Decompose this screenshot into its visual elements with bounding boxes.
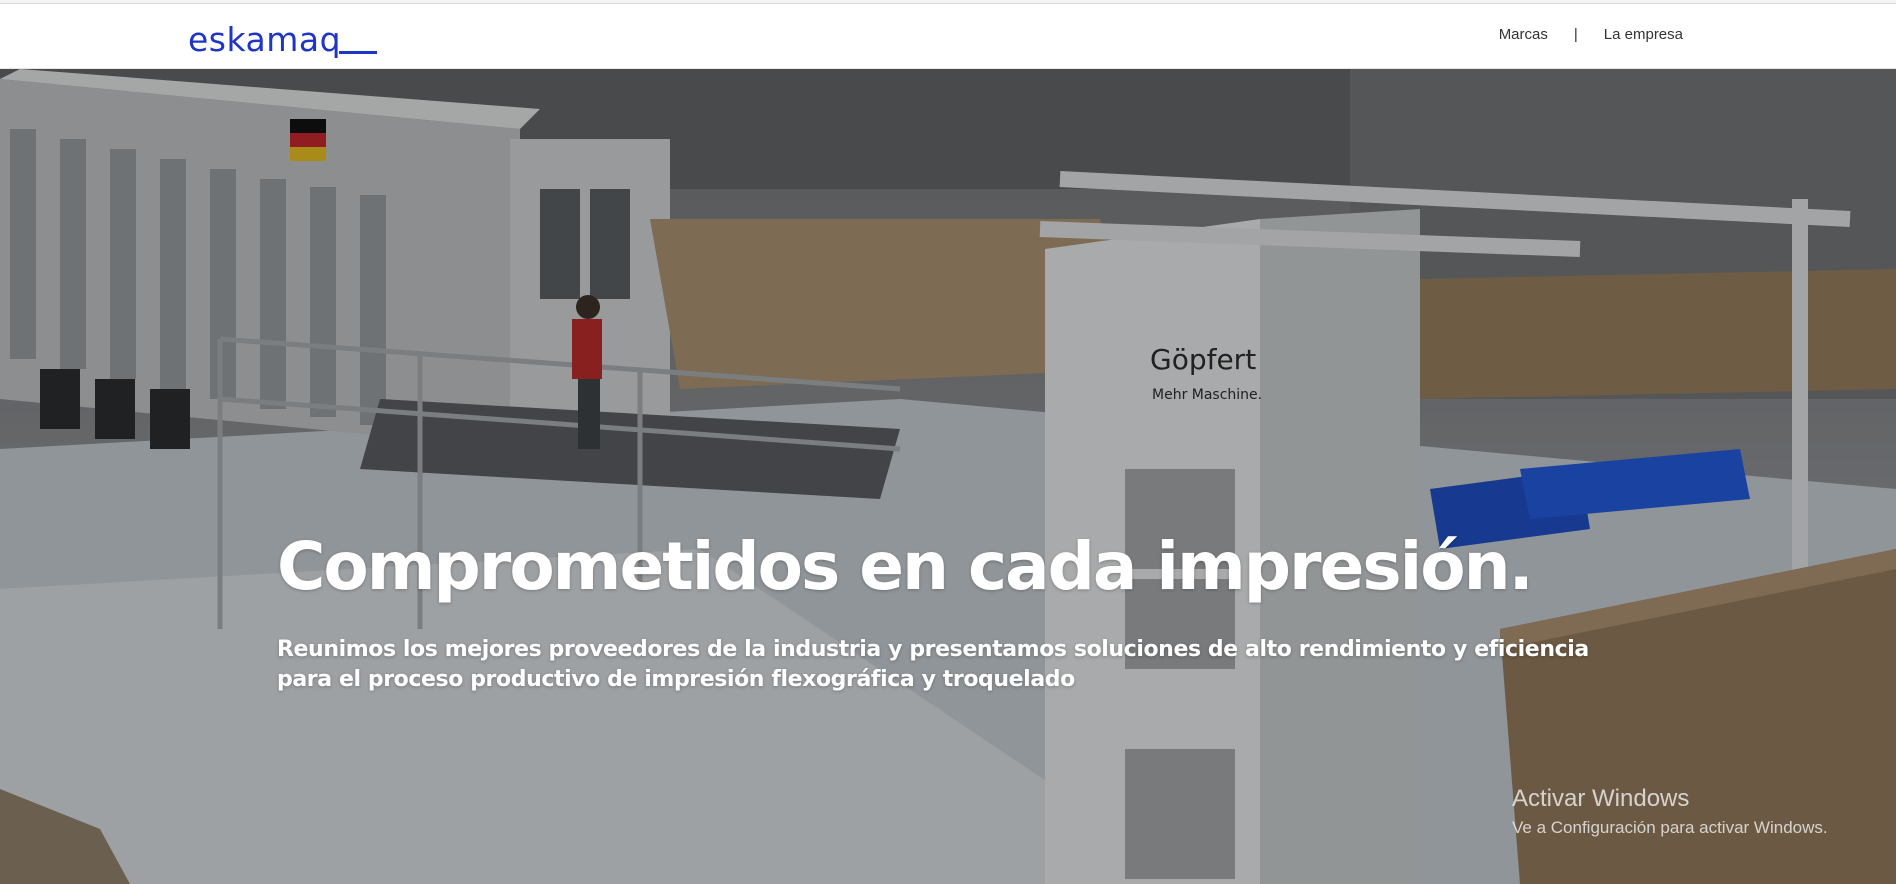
logo-underline — [339, 51, 378, 54]
hero-title: Comprometidos en cada impresión. — [277, 528, 1534, 605]
main-nav: Marcas | La empresa — [1499, 26, 1683, 43]
eskamaq-logo[interactable]: eskamaq — [188, 18, 378, 59]
nav-separator: | — [1573, 26, 1578, 43]
site-header: eskamaq Marcas | La empresa — [0, 4, 1896, 69]
hero-subtitle: Reunimos los mejores proveedores de la i… — [277, 637, 1589, 692]
watermark-subtitle: Ve a Configuración para activar Windows. — [1512, 818, 1828, 837]
hero-overlay — [0, 69, 1896, 884]
windows-activation-watermark: Activar Windows Ve a Configuración para … — [1512, 784, 1828, 840]
nav-item-marcas[interactable]: Marcas — [1499, 26, 1548, 43]
hero-section: Göpfert Mehr Maschine. Comprometidos en … — [0, 69, 1896, 884]
watermark-title: Activar Windows — [1512, 785, 1690, 812]
nav-item-la-empresa[interactable]: La empresa — [1604, 26, 1683, 43]
logo-text: eskamaq — [188, 20, 342, 59]
